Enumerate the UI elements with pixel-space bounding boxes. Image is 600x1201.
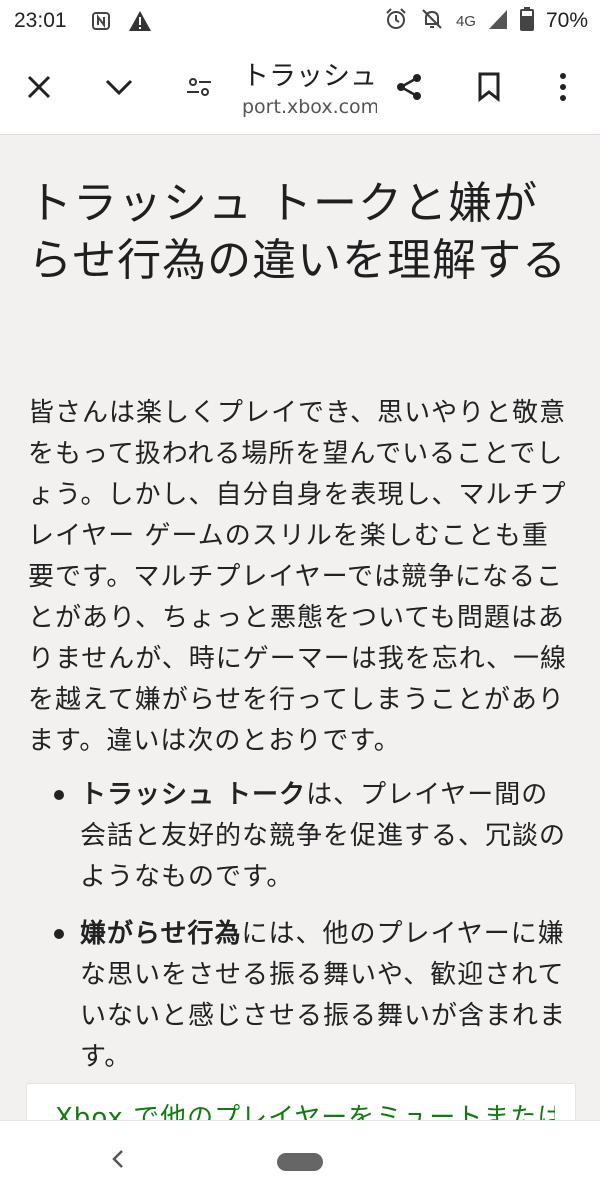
- related-article-card[interactable]: Xbox で他のプレイヤーをミュートまたは: [26, 1083, 576, 1120]
- home-pill[interactable]: [277, 1153, 323, 1171]
- notifications-off-icon: [420, 7, 444, 36]
- network-type: 4G: [455, 12, 476, 30]
- share-icon: [394, 72, 424, 106]
- web-content[interactable]: トラッシュ トークと嫌がらせ行為の違いを理解する 皆さんは楽しくプレイでき、思い…: [0, 135, 600, 1120]
- list-item: 嫌がらせ行為には、他のプレイヤーに嫌な思いをさせる振る舞いや、歓迎されていないと…: [0, 914, 570, 1078]
- bullet-icon: [54, 790, 64, 800]
- custom-tab-toolbar: トラッシュ トーク... port.xbox.com: [0, 44, 600, 135]
- bullet-list: トラッシュ トークは、プレイヤー間の会話と友好的な競争を促進する、冗談のようなも…: [0, 775, 600, 1094]
- related-article-link[interactable]: Xbox で他のプレイヤーをミュートまたは: [55, 1100, 555, 1120]
- back-chevron-icon: [110, 1148, 126, 1174]
- signal-icon: [488, 8, 508, 35]
- share-button[interactable]: [386, 66, 432, 112]
- list-item: トラッシュ トークは、プレイヤー間の会話と友好的な競争を促進する、冗談のようなも…: [0, 775, 570, 898]
- bullet-icon: [54, 929, 64, 939]
- page-settings-icon: [185, 73, 213, 105]
- bookmark-icon: [477, 72, 501, 106]
- alarm-icon: [384, 7, 408, 36]
- bullet-term: トラッシュ トーク: [80, 780, 307, 810]
- more-vert-icon: [558, 72, 568, 106]
- status-bar: 23:01 4G 70%: [0, 0, 600, 44]
- battery-percent: 70%: [545, 9, 588, 32]
- bullet-term: 嫌がらせ行為: [80, 919, 242, 949]
- more-options-button[interactable]: [540, 66, 586, 112]
- nfc-icon: [90, 10, 112, 37]
- bookmark-button[interactable]: [466, 66, 512, 112]
- minimize-button[interactable]: [96, 66, 142, 112]
- battery-icon: [519, 6, 534, 36]
- article-heading: トラッシュ トークと嫌がらせ行為の違いを理解する: [28, 178, 568, 286]
- page-title: トラッシュ トーク...: [242, 61, 382, 92]
- page-settings-button[interactable]: [176, 66, 222, 112]
- close-icon: [26, 74, 52, 104]
- back-button[interactable]: [100, 1143, 136, 1179]
- status-time: 23:01: [14, 9, 67, 32]
- close-button[interactable]: [16, 66, 62, 112]
- page-url: port.xbox.com: [242, 96, 377, 118]
- chevron-down-icon: [104, 77, 134, 101]
- system-navigation-bar: [0, 1120, 600, 1201]
- warning-icon: [128, 10, 152, 37]
- article-paragraph: 皆さんは楽しくプレイでき、思いやりと敬意をもって扱われる場所を望んでいることでし…: [28, 398, 567, 756]
